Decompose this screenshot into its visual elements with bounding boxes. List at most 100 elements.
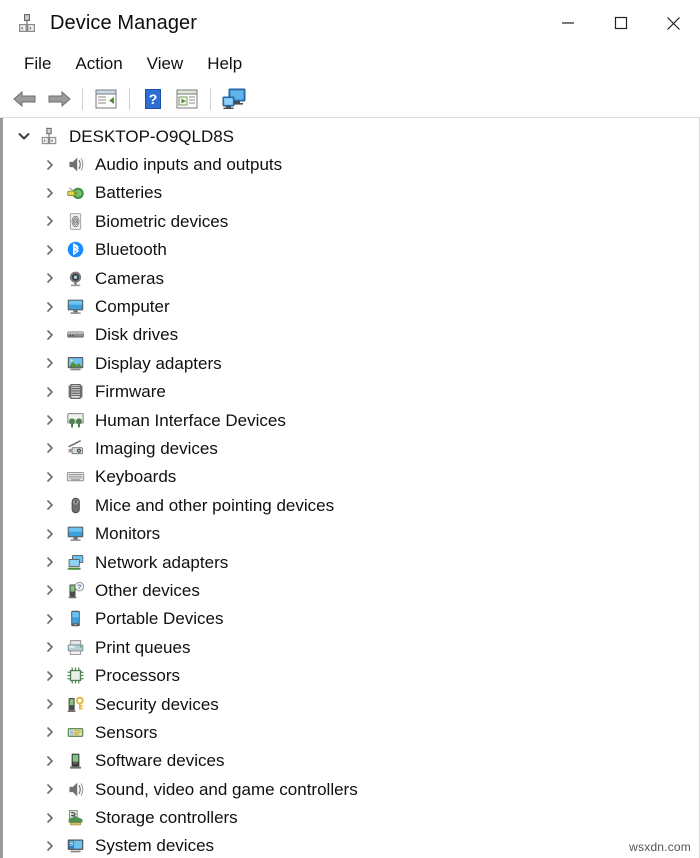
- chevron-right-icon[interactable]: [41, 241, 59, 259]
- tree-item-label: Imaging devices: [95, 438, 218, 458]
- device-tree-pane[interactable]: DESKTOP-O9QLD8S Audio inputs and outputs…: [0, 118, 700, 858]
- tree-item-storage-controllers[interactable]: Storage controllers: [3, 803, 699, 831]
- tree-item-network-adapters[interactable]: Network adapters: [3, 548, 699, 576]
- chevron-right-icon[interactable]: [41, 837, 59, 855]
- tree-item-software-devices[interactable]: Software devices: [3, 747, 699, 775]
- tree-item-label: Portable Devices: [95, 609, 224, 629]
- tree-item-keyboards[interactable]: Keyboards: [3, 463, 699, 491]
- firmware-chip-icon: [64, 381, 86, 403]
- tree-item-label: Sensors: [95, 722, 158, 742]
- tree-item-label: Biometric devices: [95, 211, 229, 231]
- tree-item-bluetooth[interactable]: Bluetooth: [3, 236, 699, 264]
- chevron-right-icon[interactable]: [41, 383, 59, 401]
- scanner-icon: [64, 437, 86, 459]
- svg-text:?: ?: [77, 584, 81, 591]
- scan-hardware-changes-icon[interactable]: [217, 84, 251, 114]
- tree-item-label: Software devices: [95, 751, 225, 771]
- chevron-right-icon[interactable]: [41, 525, 59, 543]
- tree-item-sound-video-and-game-controllers[interactable]: Sound, video and game controllers: [3, 775, 699, 803]
- tree-item-human-interface-devices[interactable]: Human Interface Devices: [3, 406, 699, 434]
- tree-item-biometric-devices[interactable]: Biometric devices: [3, 207, 699, 235]
- chevron-right-icon[interactable]: [41, 411, 59, 429]
- tree-item-sensors[interactable]: Sensors: [3, 718, 699, 746]
- tree-item-print-queues[interactable]: Print queues: [3, 633, 699, 661]
- tree-item-cameras[interactable]: Cameras: [3, 264, 699, 292]
- tree-item-monitors[interactable]: Monitors: [3, 519, 699, 547]
- menu-view[interactable]: View: [135, 51, 196, 77]
- tree-root-label: DESKTOP-O9QLD8S: [69, 126, 235, 146]
- chevron-right-icon[interactable]: [41, 723, 59, 741]
- tree-item-label: System devices: [95, 836, 215, 856]
- tree-item-computer[interactable]: Computer: [3, 292, 699, 320]
- tree-item-display-adapters[interactable]: Display adapters: [3, 349, 699, 377]
- toolbar-separator-3: [210, 88, 211, 110]
- close-button[interactable]: [647, 0, 700, 46]
- chevron-right-icon[interactable]: [41, 212, 59, 230]
- tree-item-imaging-devices[interactable]: Imaging devices: [3, 434, 699, 462]
- menu-help[interactable]: Help: [195, 51, 254, 77]
- tree-item-label: Display adapters: [95, 353, 222, 373]
- chevron-right-icon[interactable]: [41, 354, 59, 372]
- bluetooth-icon: [64, 239, 86, 261]
- chevron-right-icon[interactable]: [41, 638, 59, 656]
- chevron-right-icon[interactable]: [41, 809, 59, 827]
- tree-item-firmware[interactable]: Firmware: [3, 378, 699, 406]
- mouse-icon: [64, 494, 86, 516]
- chevron-right-icon[interactable]: [41, 298, 59, 316]
- properties-icon[interactable]: [89, 84, 123, 114]
- tree-item-label: Network adapters: [95, 552, 229, 572]
- disk-drive-icon: [64, 324, 86, 346]
- display-adapter-icon: [64, 352, 86, 374]
- tree-item-label: Storage controllers: [95, 808, 238, 828]
- menu-file[interactable]: File: [12, 51, 63, 77]
- tree-item-label: Sound, video and game controllers: [95, 779, 358, 799]
- device-manager-window: Device Manager File Action View Help ? D…: [0, 0, 700, 858]
- tree-item-processors[interactable]: Processors: [3, 661, 699, 689]
- chevron-right-icon[interactable]: [41, 269, 59, 287]
- chevron-right-icon[interactable]: [41, 326, 59, 344]
- tree-item-portable-devices[interactable]: Portable Devices: [3, 605, 699, 633]
- chevron-down-icon[interactable]: [15, 127, 33, 145]
- tree-item-batteries[interactable]: Batteries: [3, 179, 699, 207]
- back-arrow-icon[interactable]: [8, 84, 42, 114]
- chevron-right-icon[interactable]: [41, 553, 59, 571]
- window-title: Device Manager: [50, 11, 198, 34]
- device-tree: DESKTOP-O9QLD8S Audio inputs and outputs…: [3, 118, 699, 858]
- tree-item-label: Human Interface Devices: [95, 410, 286, 430]
- tree-item-other-devices[interactable]: ? Other devices: [3, 576, 699, 604]
- menu-action[interactable]: Action: [63, 51, 134, 77]
- tree-item-system-devices[interactable]: System devices: [3, 832, 699, 858]
- maximize-button[interactable]: [594, 0, 647, 46]
- toolbar: ?: [0, 81, 700, 118]
- tree-item-disk-drives[interactable]: Disk drives: [3, 321, 699, 349]
- tree-root-row[interactable]: DESKTOP-O9QLD8S: [3, 122, 699, 150]
- forward-arrow-icon[interactable]: [42, 84, 76, 114]
- tree-item-audio-inputs-and-outputs[interactable]: Audio inputs and outputs: [3, 150, 699, 178]
- watermark: wsxdn.com: [629, 840, 691, 854]
- minimize-button[interactable]: [541, 0, 594, 46]
- chevron-right-icon[interactable]: [41, 156, 59, 174]
- chevron-right-icon[interactable]: [41, 667, 59, 685]
- chevron-right-icon[interactable]: [41, 496, 59, 514]
- chevron-right-icon[interactable]: [41, 468, 59, 486]
- security-key-icon: [64, 693, 86, 715]
- tree-item-label: Keyboards: [95, 467, 177, 487]
- help-icon[interactable]: ?: [136, 84, 170, 114]
- hid-icon: [64, 409, 86, 431]
- chevron-right-icon[interactable]: [41, 752, 59, 770]
- sensor-icon: [64, 721, 86, 743]
- chevron-right-icon[interactable]: [41, 610, 59, 628]
- chevron-right-icon[interactable]: [41, 439, 59, 457]
- chevron-right-icon[interactable]: [41, 581, 59, 599]
- tree-item-label: Cameras: [95, 268, 164, 288]
- printer-icon: [64, 636, 86, 658]
- tree-item-security-devices[interactable]: Security devices: [3, 690, 699, 718]
- chevron-right-icon[interactable]: [41, 780, 59, 798]
- processor-icon: [64, 665, 86, 687]
- tree-item-mice-and-other-pointing-devices[interactable]: Mice and other pointing devices: [3, 491, 699, 519]
- menu-bar: File Action View Help: [0, 46, 700, 81]
- title-bar: Device Manager: [0, 0, 700, 46]
- update-driver-icon[interactable]: [170, 84, 204, 114]
- chevron-right-icon[interactable]: [41, 695, 59, 713]
- chevron-right-icon[interactable]: [41, 184, 59, 202]
